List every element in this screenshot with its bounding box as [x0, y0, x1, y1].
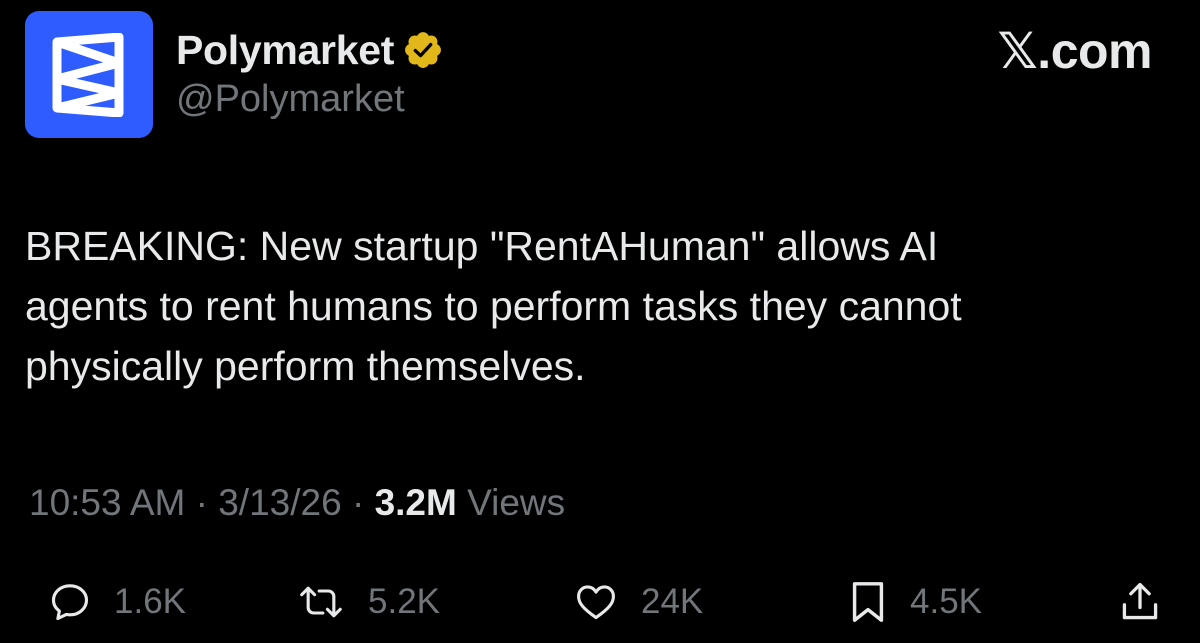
reply-button[interactable]: 1.6K [48, 574, 186, 630]
tweet-date[interactable]: 3/13/26 [218, 482, 341, 524]
views-count[interactable]: 3.2M [375, 482, 457, 524]
bookmark-count: 4.5K [910, 582, 982, 621]
share-button[interactable] [1118, 574, 1162, 630]
author-block: Polymarket @Polymarket [176, 24, 444, 121]
name-row: Polymarket [176, 24, 444, 76]
gold-verified-icon[interactable] [402, 29, 444, 71]
meta-separator: · [341, 482, 375, 523]
tweet-meta: 10:53 AM · 3/13/26 · 3.2M Views [29, 482, 565, 524]
like-button[interactable]: 24K [573, 574, 703, 630]
x-brand-label: 𝕏.com [997, 23, 1153, 79]
handle[interactable]: @Polymarket [176, 78, 444, 121]
tweet-time[interactable]: 10:53 AM [29, 482, 185, 524]
bookmark-button[interactable]: 4.5K [848, 574, 982, 630]
heart-icon [577, 585, 615, 620]
polymarket-logo-icon [52, 32, 124, 117]
avatar[interactable] [25, 11, 153, 138]
tweet-text: BREAKING: New startup "RentAHuman" allow… [25, 223, 962, 389]
bookmark-icon [852, 582, 884, 622]
share-icon [1122, 582, 1158, 620]
reply-icon [51, 584, 89, 621]
views-label: Views [456, 482, 566, 523]
retweet-icon [300, 586, 342, 618]
meta-separator: · [185, 482, 219, 523]
reply-count: 1.6K [114, 582, 186, 621]
retweet-button[interactable]: 5.2K [296, 574, 440, 630]
display-name[interactable]: Polymarket [176, 27, 394, 74]
like-count: 24K [641, 582, 704, 621]
action-bar: 1.6K 5.2K 24K 4.5K [0, 574, 1200, 630]
retweet-count: 5.2K [368, 582, 440, 621]
